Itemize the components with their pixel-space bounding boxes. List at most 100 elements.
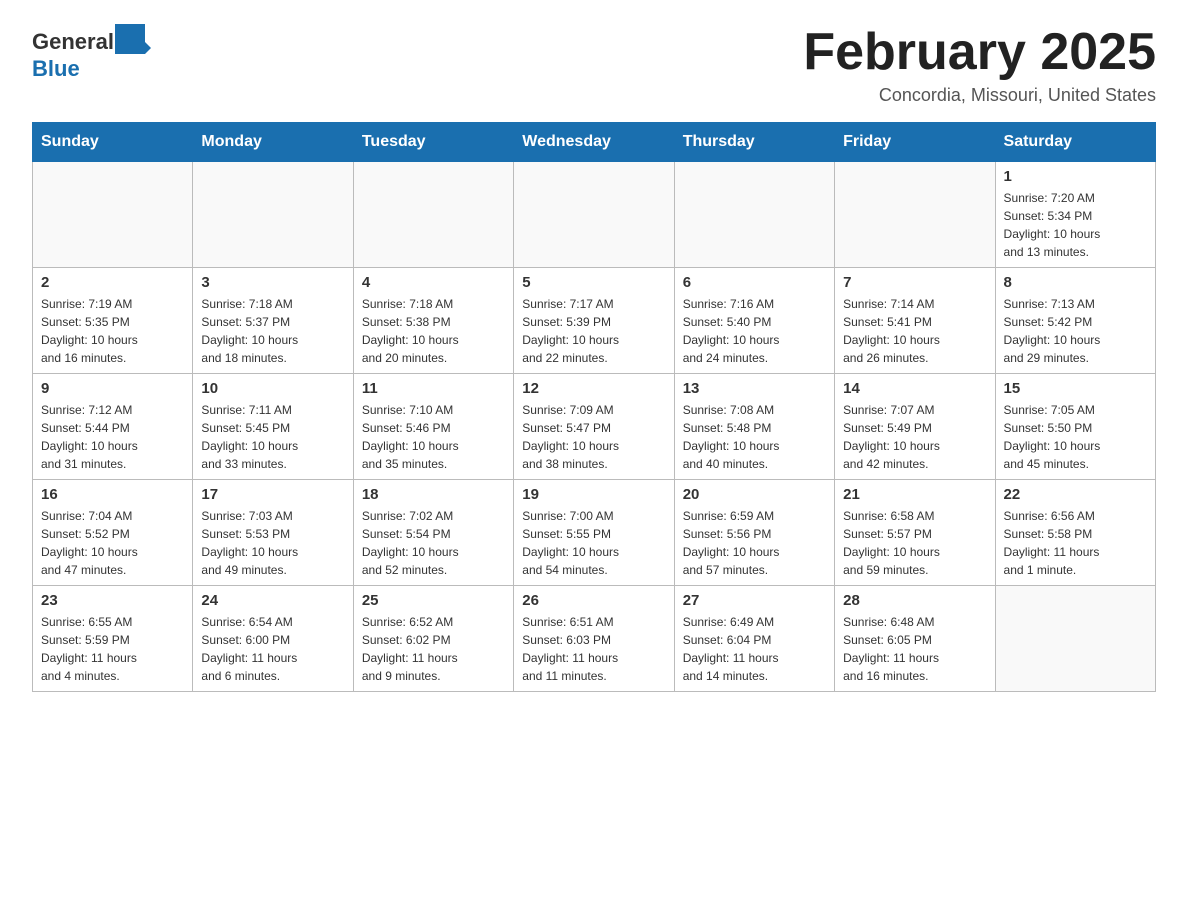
calendar-week-2: 2Sunrise: 7:19 AM Sunset: 5:35 PM Daylig… <box>33 268 1156 374</box>
day-info: Sunrise: 7:02 AM Sunset: 5:54 PM Dayligh… <box>362 507 505 579</box>
day-number: 13 <box>683 380 826 397</box>
calendar-cell: 25 Sunrise: 6:52 AM Sunset: 6:02 PM Dayli… <box>353 586 513 692</box>
col-header-saturday: Saturday <box>995 123 1155 162</box>
calendar-cell: 7Sunrise: 7:14 AM Sunset: 5:41 PM Daylig… <box>835 268 995 374</box>
col-header-friday: Friday <box>835 123 995 162</box>
day-number: 4 <box>362 274 505 291</box>
calendar-cell: 4 Sunrise: 7:18 AM Sunset: 5:38 PM Daylig… <box>353 268 513 374</box>
day-number: 27 <box>683 592 826 609</box>
calendar-cell: 19 Sunrise: 7:00 AM Sunset: 5:55 PM Dayli… <box>514 480 674 586</box>
day-info: Sunrise: 6:51 AM Sunset: 6:03 PM Dayligh… <box>522 613 665 685</box>
day-number: 14 <box>843 380 986 397</box>
day-info: Sunrise: 7:19 AM Sunset: 5:35 PM Dayligh… <box>41 295 184 367</box>
col-header-wednesday: Wednesday <box>514 123 674 162</box>
calendar-cell: 23 Sunrise: 6:55 AM Sunset: 5:59 PM Dayli… <box>33 586 193 692</box>
day-info: Sunrise: 7:17 AM Sunset: 5:39 PM Dayligh… <box>522 295 665 367</box>
calendar-cell: 3 Sunrise: 7:18 AM Sunset: 5:37 PM Daylig… <box>193 268 353 374</box>
calendar-cell: 8Sunrise: 7:13 AM Sunset: 5:42 PM Daylig… <box>995 268 1155 374</box>
day-info: Sunrise: 6:48 AM Sunset: 6:05 PM Dayligh… <box>843 613 986 685</box>
day-number: 24 <box>201 592 344 609</box>
day-info: Sunrise: 6:58 AM Sunset: 5:57 PM Dayligh… <box>843 507 986 579</box>
day-info: Sunrise: 7:04 AM Sunset: 5:52 PM Dayligh… <box>41 507 184 579</box>
day-number: 17 <box>201 486 344 503</box>
calendar-cell: 24 Sunrise: 6:54 AM Sunset: 6:00 PM Dayli… <box>193 586 353 692</box>
day-info: Sunrise: 7:18 AM Sunset: 5:38 PM Dayligh… <box>362 295 505 367</box>
logo: General Blue <box>32 24 152 82</box>
day-info: Sunrise: 7:00 AM Sunset: 5:55 PM Dayligh… <box>522 507 665 579</box>
day-number: 1 <box>1004 168 1147 185</box>
calendar-week-1: 1 Sunrise: 7:20 AM Sunset: 5:34 PM Daylig… <box>33 162 1156 268</box>
calendar-cell: 16 Sunrise: 7:04 AM Sunset: 5:52 PM Dayli… <box>33 480 193 586</box>
calendar-cell <box>33 162 193 268</box>
day-info: Sunrise: 6:59 AM Sunset: 5:56 PM Dayligh… <box>683 507 826 579</box>
calendar-cell <box>514 162 674 268</box>
day-info: Sunrise: 7:07 AM Sunset: 5:49 PM Dayligh… <box>843 401 986 473</box>
day-info: Sunrise: 7:11 AM Sunset: 5:45 PM Dayligh… <box>201 401 344 473</box>
col-header-sunday: Sunday <box>33 123 193 162</box>
month-title: February 2025 <box>803 24 1156 81</box>
col-header-monday: Monday <box>193 123 353 162</box>
calendar-cell <box>674 162 834 268</box>
day-number: 21 <box>843 486 986 503</box>
calendar-cell: 1 Sunrise: 7:20 AM Sunset: 5:34 PM Daylig… <box>995 162 1155 268</box>
day-info: Sunrise: 7:10 AM Sunset: 5:46 PM Dayligh… <box>362 401 505 473</box>
day-number: 19 <box>522 486 665 503</box>
day-info: Sunrise: 7:05 AM Sunset: 5:50 PM Dayligh… <box>1004 401 1147 473</box>
logo-blue-text: Blue <box>32 56 80 81</box>
title-section: February 2025 Concordia, Missouri, Unite… <box>803 24 1156 106</box>
location-text: Concordia, Missouri, United States <box>803 85 1156 106</box>
calendar-cell: 14 Sunrise: 7:07 AM Sunset: 5:49 PM Dayli… <box>835 374 995 480</box>
day-info: Sunrise: 7:08 AM Sunset: 5:48 PM Dayligh… <box>683 401 826 473</box>
day-info: Sunrise: 7:12 AM Sunset: 5:44 PM Dayligh… <box>41 401 184 473</box>
day-number: 20 <box>683 486 826 503</box>
page-header: General Blue February 2025 Concordia, Mi… <box>32 24 1156 106</box>
logo-general-text: General <box>32 29 114 55</box>
day-info: Sunrise: 7:18 AM Sunset: 5:37 PM Dayligh… <box>201 295 344 367</box>
calendar-cell <box>353 162 513 268</box>
day-number: 11 <box>362 380 505 397</box>
calendar-cell: 15 Sunrise: 7:05 AM Sunset: 5:50 PM Dayli… <box>995 374 1155 480</box>
day-info: Sunrise: 7:03 AM Sunset: 5:53 PM Dayligh… <box>201 507 344 579</box>
calendar-cell: 2Sunrise: 7:19 AM Sunset: 5:35 PM Daylig… <box>33 268 193 374</box>
day-number: 5 <box>522 274 665 291</box>
calendar-cell: 9Sunrise: 7:12 AM Sunset: 5:44 PM Daylig… <box>33 374 193 480</box>
day-number: 23 <box>41 592 184 609</box>
day-info: Sunrise: 6:52 AM Sunset: 6:02 PM Dayligh… <box>362 613 505 685</box>
day-number: 28 <box>843 592 986 609</box>
day-info: Sunrise: 7:20 AM Sunset: 5:34 PM Dayligh… <box>1004 189 1147 261</box>
day-number: 8 <box>1004 274 1147 291</box>
calendar-cell: 21 Sunrise: 6:58 AM Sunset: 5:57 PM Dayli… <box>835 480 995 586</box>
col-header-tuesday: Tuesday <box>353 123 513 162</box>
day-info: Sunrise: 7:16 AM Sunset: 5:40 PM Dayligh… <box>683 295 826 367</box>
calendar-cell: 12 Sunrise: 7:09 AM Sunset: 5:47 PM Dayli… <box>514 374 674 480</box>
calendar-cell: 20 Sunrise: 6:59 AM Sunset: 5:56 PM Dayli… <box>674 480 834 586</box>
day-info: Sunrise: 6:55 AM Sunset: 5:59 PM Dayligh… <box>41 613 184 685</box>
day-number: 10 <box>201 380 344 397</box>
day-info: Sunrise: 6:49 AM Sunset: 6:04 PM Dayligh… <box>683 613 826 685</box>
calendar-cell: 13 Sunrise: 7:08 AM Sunset: 5:48 PM Dayli… <box>674 374 834 480</box>
calendar-cell: 6Sunrise: 7:16 AM Sunset: 5:40 PM Daylig… <box>674 268 834 374</box>
day-number: 16 <box>41 486 184 503</box>
calendar-week-5: 23 Sunrise: 6:55 AM Sunset: 5:59 PM Dayli… <box>33 586 1156 692</box>
day-number: 12 <box>522 380 665 397</box>
calendar-cell: 28 Sunrise: 6:48 AM Sunset: 6:05 PM Dayli… <box>835 586 995 692</box>
day-number: 18 <box>362 486 505 503</box>
calendar-cell: 26 Sunrise: 6:51 AM Sunset: 6:03 PM Dayli… <box>514 586 674 692</box>
day-info: Sunrise: 6:54 AM Sunset: 6:00 PM Dayligh… <box>201 613 344 685</box>
day-number: 26 <box>522 592 665 609</box>
calendar-cell: 5 Sunrise: 7:17 AM Sunset: 5:39 PM Daylig… <box>514 268 674 374</box>
day-number: 3 <box>201 274 344 291</box>
day-info: Sunrise: 7:09 AM Sunset: 5:47 PM Dayligh… <box>522 401 665 473</box>
calendar-cell: 18 Sunrise: 7:02 AM Sunset: 5:54 PM Dayli… <box>353 480 513 586</box>
day-number: 15 <box>1004 380 1147 397</box>
calendar-cell: 11 Sunrise: 7:10 AM Sunset: 5:46 PM Dayli… <box>353 374 513 480</box>
calendar-cell <box>835 162 995 268</box>
calendar-table: SundayMondayTuesdayWednesdayThursdayFrid… <box>32 122 1156 692</box>
day-info: Sunrise: 6:56 AM Sunset: 5:58 PM Dayligh… <box>1004 507 1147 579</box>
day-number: 22 <box>1004 486 1147 503</box>
day-info: Sunrise: 7:14 AM Sunset: 5:41 PM Dayligh… <box>843 295 986 367</box>
day-number: 25 <box>362 592 505 609</box>
calendar-cell <box>193 162 353 268</box>
calendar-week-3: 9Sunrise: 7:12 AM Sunset: 5:44 PM Daylig… <box>33 374 1156 480</box>
calendar-cell: 22 Sunrise: 6:56 AM Sunset: 5:58 PM Dayli… <box>995 480 1155 586</box>
